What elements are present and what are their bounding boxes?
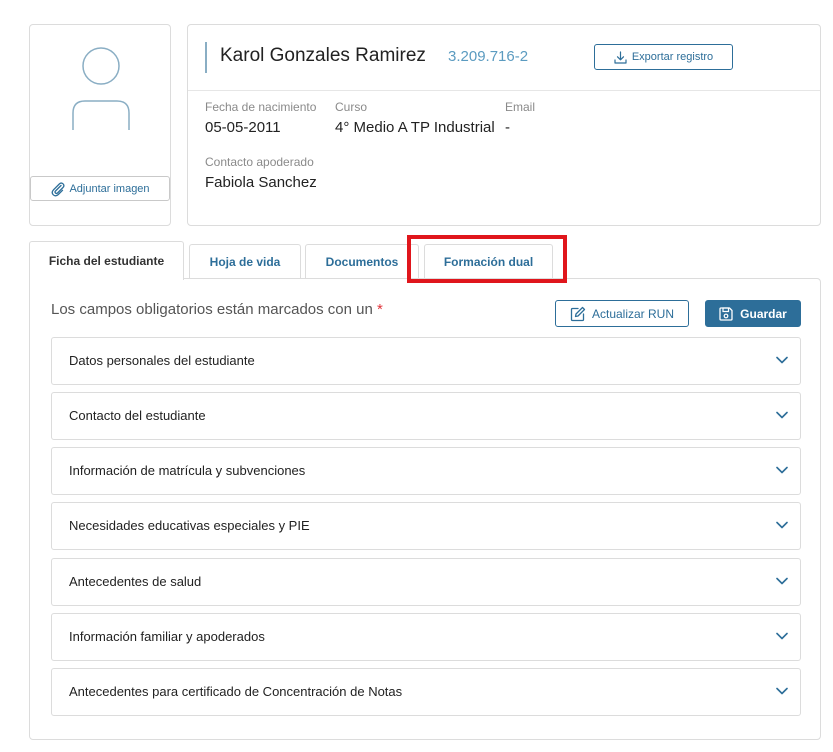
accordion-section-label: Antecedentes de salud — [69, 574, 202, 589]
accordion-section[interactable]: Información de matrícula y subvenciones — [51, 447, 801, 495]
required-note-text: Los campos obligatorios están marcados c… — [51, 301, 373, 318]
user-avatar-icon — [72, 47, 130, 130]
photo-card: Adjuntar imagen — [29, 24, 171, 226]
save-label: Guardar — [740, 306, 787, 321]
accordion-section[interactable]: Necesidades educativas especiales y PIE — [51, 502, 801, 550]
guardian-label: Contacto apoderado — [205, 155, 314, 169]
accordion-section[interactable]: Antecedentes de salud — [51, 558, 801, 606]
chevron-down-icon — [776, 632, 788, 640]
accordion-section-label: Necesidades educativas especiales y PIE — [69, 518, 310, 533]
accordion-section[interactable]: Antecedentes para certificado de Concent… — [51, 668, 801, 716]
tab-ficha-estudiante[interactable]: Ficha del estudiante — [29, 241, 184, 280]
accordion-section-label: Información de matrícula y subvenciones — [69, 463, 306, 478]
required-fields-note: Los campos obligatorios están marcados c… — [51, 301, 383, 318]
guardian-value: Fabiola Sanchez — [205, 174, 317, 191]
chevron-down-icon — [776, 466, 788, 474]
birth-date-label: Fecha de nacimiento — [205, 100, 317, 114]
accordion-section[interactable]: Información familiar y apoderados — [51, 613, 801, 661]
accordion-section-label: Información familiar y apoderados — [69, 629, 265, 644]
student-run: 3.209.716-2 — [448, 48, 529, 65]
email-value: - — [505, 119, 510, 136]
paperclip-icon — [51, 181, 65, 196]
download-icon — [614, 50, 627, 64]
accordion-section-label: Antecedentes para certificado de Concent… — [69, 684, 403, 699]
save-icon — [719, 306, 733, 321]
email-label: Email — [505, 100, 536, 114]
student-info-card: Karol Gonzales Ramirez 3.209.716-2 Expor… — [187, 24, 821, 226]
course-label: Curso — [335, 100, 368, 114]
accordion-section-label: Contacto del estudiante — [69, 408, 206, 423]
birth-date-value: 05-05-2011 — [205, 119, 281, 136]
save-button[interactable]: Guardar — [705, 300, 801, 327]
accordion-section[interactable]: Contacto del estudiante — [51, 392, 801, 440]
accordion-section[interactable]: Datos personales del estudiante — [51, 337, 801, 385]
student-form-panel: Los campos obligatorios están marcados c… — [29, 278, 821, 740]
update-run-label: Actualizar RUN — [591, 306, 675, 321]
chevron-down-icon — [776, 521, 788, 529]
info-divider — [188, 90, 820, 91]
attach-image-label: Adjuntar imagen — [69, 182, 150, 195]
chevron-down-icon — [776, 411, 788, 419]
student-name: Karol Gonzales Ramirez — [220, 45, 426, 66]
required-star: * — [377, 301, 383, 318]
tab-hoja-de-vida[interactable]: Hoja de vida — [189, 244, 301, 279]
tab-formacion-dual[interactable]: Formación dual — [424, 244, 553, 279]
chevron-down-icon — [776, 356, 788, 364]
chevron-down-icon — [776, 687, 788, 695]
tab-documentos[interactable]: Documentos — [305, 244, 419, 279]
course-value: 4° Medio A TP Industrial — [335, 119, 495, 136]
export-record-label: Exportar registro — [631, 51, 714, 63]
update-run-button[interactable]: Actualizar RUN — [555, 300, 689, 327]
attach-image-button[interactable]: Adjuntar imagen — [30, 176, 170, 201]
accordion-section-label: Datos personales del estudiante — [69, 353, 255, 368]
edit-icon — [570, 306, 586, 321]
export-record-button[interactable]: Exportar registro — [594, 44, 733, 70]
chevron-down-icon — [776, 577, 788, 585]
name-accent-bar — [205, 42, 207, 73]
